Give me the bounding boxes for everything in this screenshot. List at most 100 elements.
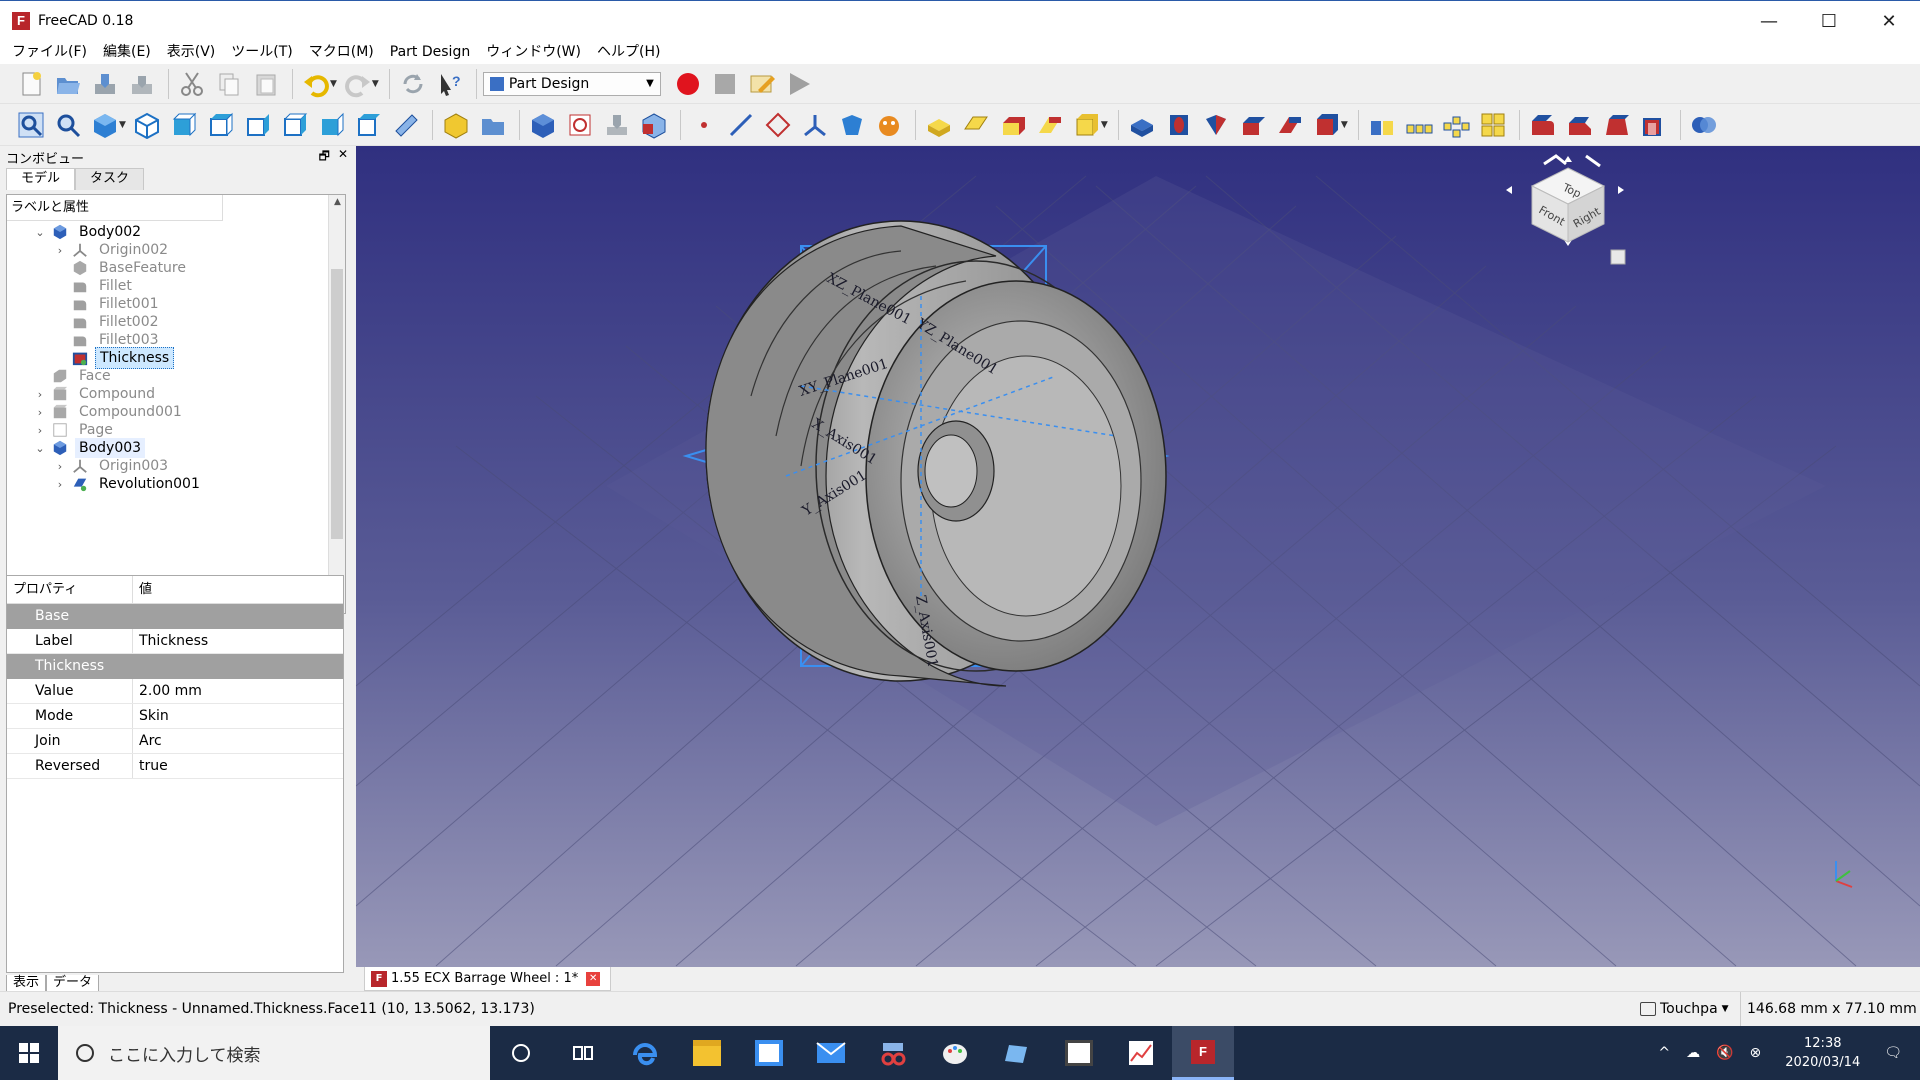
view-rear-icon[interactable] bbox=[278, 108, 312, 142]
fit-selection-icon[interactable] bbox=[51, 108, 85, 142]
workbench-selector[interactable]: Part Design ▼ bbox=[482, 71, 661, 96]
property-row-reversed[interactable]: Reversed true bbox=[7, 754, 343, 779]
tray-expand-icon[interactable]: ^ bbox=[1658, 1045, 1670, 1061]
chevron-right-icon[interactable]: › bbox=[33, 424, 47, 437]
maximize-button[interactable]: ☐ bbox=[1800, 1, 1858, 41]
menu-file[interactable]: ファイル(F) bbox=[4, 40, 95, 64]
property-group-thickness[interactable]: Thickness bbox=[7, 654, 343, 679]
view-right-icon[interactable] bbox=[241, 108, 275, 142]
save-icon[interactable] bbox=[88, 67, 122, 101]
view-bottom-icon[interactable] bbox=[315, 108, 349, 142]
mirrored-icon[interactable] bbox=[1365, 108, 1399, 142]
float-panel-icon[interactable]: 🗗 bbox=[319, 147, 330, 168]
datum-point-icon[interactable] bbox=[687, 108, 721, 142]
chevron-right-icon[interactable]: › bbox=[33, 388, 47, 401]
navigation-style-selector[interactable]: Touchpa ▼ bbox=[1640, 1001, 1729, 1017]
save-as-icon[interactable] bbox=[125, 67, 159, 101]
pad-icon[interactable] bbox=[922, 108, 956, 142]
property-group-base[interactable]: Base bbox=[7, 604, 343, 629]
chevron-right-icon[interactable]: › bbox=[53, 478, 67, 491]
new-file-icon[interactable] bbox=[14, 67, 48, 101]
paint-icon[interactable] bbox=[924, 1026, 986, 1080]
fillet-icon[interactable] bbox=[1526, 108, 1560, 142]
chevron-down-icon[interactable]: ⌄ bbox=[33, 442, 47, 455]
view-top-icon[interactable] bbox=[204, 108, 238, 142]
additive-primitive-dropdown-icon[interactable]: ▼ bbox=[1101, 120, 1108, 130]
boolean-icon[interactable] bbox=[1687, 108, 1721, 142]
navigation-cube[interactable]: Top Front Right bbox=[1506, 154, 1626, 265]
macro-edit-icon[interactable] bbox=[745, 67, 779, 101]
chevron-right-icon[interactable]: › bbox=[53, 244, 67, 257]
nav-arrow-rotate-right-icon[interactable] bbox=[1585, 154, 1601, 168]
tree-scrollbar[interactable]: ▲ ▼ bbox=[328, 195, 345, 613]
macro-record-icon[interactable] bbox=[671, 67, 705, 101]
redo-icon[interactable] bbox=[341, 67, 375, 101]
subtractive-primitive-icon[interactable] bbox=[1310, 108, 1344, 142]
property-value[interactable]: Thickness bbox=[133, 629, 208, 653]
datum-line-icon[interactable] bbox=[724, 108, 758, 142]
menu-help[interactable]: ヘルプ(H) bbox=[589, 40, 668, 64]
notification-center-icon[interactable]: 🗨 bbox=[1884, 1045, 1902, 1061]
draw-style-dropdown-icon[interactable]: ▼ bbox=[119, 120, 126, 130]
linear-pattern-icon[interactable] bbox=[1402, 108, 1436, 142]
scroll-up-icon[interactable]: ▲ bbox=[329, 197, 345, 207]
subtractive-loft-icon[interactable] bbox=[1236, 108, 1270, 142]
menu-macro[interactable]: マクロ(M) bbox=[301, 40, 382, 64]
paste-icon[interactable] bbox=[249, 67, 283, 101]
macro-stop-icon[interactable] bbox=[708, 67, 742, 101]
revolution-icon[interactable] bbox=[959, 108, 993, 142]
property-row-label[interactable]: Label Thickness bbox=[7, 629, 343, 654]
create-primitive-icon[interactable] bbox=[872, 108, 906, 142]
macro-run-icon[interactable] bbox=[782, 67, 816, 101]
clone-icon[interactable] bbox=[835, 108, 869, 142]
3d-scene[interactable]: XZ_Plane001 XY_Plane001 YZ_Plane001 X_Ax… bbox=[356, 146, 1920, 967]
view-left-icon[interactable] bbox=[352, 108, 386, 142]
measure-distance-icon[interactable] bbox=[389, 108, 423, 142]
close-button[interactable]: ✕ bbox=[1860, 1, 1918, 41]
document-tab[interactable]: F 1.55 ECX Barrage Wheel : 1* ✕ bbox=[364, 967, 612, 991]
cortana-icon[interactable] bbox=[490, 1026, 552, 1080]
taskbar-search-box[interactable]: ここに入力して検索 bbox=[58, 1026, 490, 1080]
close-panel-icon[interactable]: ✕ bbox=[338, 147, 348, 168]
task-view-icon[interactable] bbox=[552, 1026, 614, 1080]
view-front-icon[interactable] bbox=[167, 108, 201, 142]
nav-arrow-rotate-left-icon[interactable] bbox=[1543, 154, 1567, 166]
view-isometric-icon[interactable] bbox=[130, 108, 164, 142]
refresh-icon[interactable] bbox=[396, 67, 430, 101]
menu-view[interactable]: 表示(V) bbox=[159, 40, 224, 64]
create-body-icon[interactable] bbox=[526, 108, 560, 142]
menu-edit[interactable]: 編集(E) bbox=[95, 40, 159, 64]
redo-dropdown-icon[interactable]: ▼ bbox=[372, 79, 379, 89]
property-value[interactable]: Skin bbox=[133, 704, 169, 728]
tab-task[interactable]: タスク bbox=[75, 168, 145, 190]
nav-arrow-up-icon[interactable] bbox=[1564, 156, 1572, 162]
menu-window[interactable]: ウィンドウ(W) bbox=[478, 40, 589, 64]
onedrive-icon[interactable]: ☁ bbox=[1686, 1045, 1700, 1061]
minimize-button[interactable]: — bbox=[1740, 1, 1798, 41]
open-file-icon[interactable] bbox=[51, 67, 85, 101]
fit-all-icon[interactable] bbox=[14, 108, 48, 142]
create-group-icon[interactable] bbox=[476, 108, 510, 142]
3d-viewport[interactable]: XZ_Plane001 XY_Plane001 YZ_Plane001 X_Ax… bbox=[356, 146, 1920, 967]
polar-pattern-icon[interactable] bbox=[1439, 108, 1473, 142]
property-value[interactable]: true bbox=[133, 754, 168, 778]
additive-pipe-icon[interactable] bbox=[1033, 108, 1067, 142]
nav-arrow-right-icon[interactable] bbox=[1618, 186, 1624, 194]
chart-app-icon[interactable] bbox=[1110, 1026, 1172, 1080]
datum-plane-icon[interactable] bbox=[761, 108, 795, 142]
start-button[interactable] bbox=[0, 1026, 58, 1080]
subtractive-pipe-icon[interactable] bbox=[1273, 108, 1307, 142]
draw-style-icon[interactable] bbox=[88, 108, 122, 142]
additive-primitive-icon[interactable] bbox=[1070, 108, 1104, 142]
property-row-mode[interactable]: Mode Skin bbox=[7, 704, 343, 729]
mail-icon[interactable] bbox=[800, 1026, 862, 1080]
snipping-tool-icon[interactable] bbox=[862, 1026, 924, 1080]
undo-dropdown-icon[interactable]: ▼ bbox=[330, 79, 337, 89]
validate-sketch-icon[interactable] bbox=[600, 108, 634, 142]
tree-item-revolution001[interactable]: › Revolution001 bbox=[53, 473, 204, 495]
tab-model[interactable]: モデル bbox=[6, 168, 76, 190]
freecad-taskbar-icon[interactable]: F bbox=[1172, 1026, 1234, 1080]
property-value[interactable]: Arc bbox=[133, 729, 162, 753]
copy-icon[interactable] bbox=[212, 67, 246, 101]
chevron-right-icon[interactable]: › bbox=[53, 460, 67, 473]
